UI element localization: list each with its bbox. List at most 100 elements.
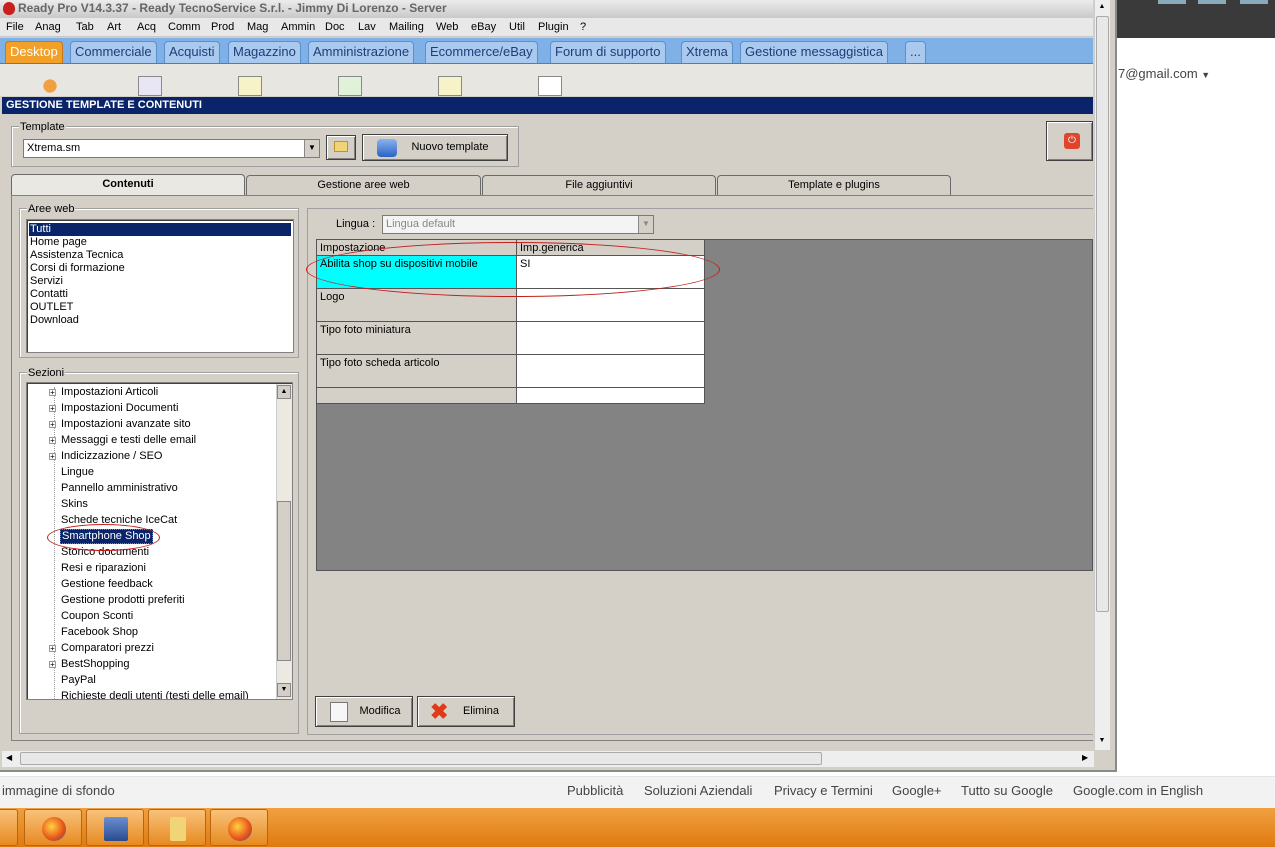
tree-node[interactable]: Impostazioni Documenti (61, 400, 178, 416)
tab-gestione-aree-web[interactable]: Gestione aree web (246, 175, 481, 195)
expand-icon[interactable]: + (49, 405, 56, 413)
tree-node[interactable]: Messaggi e testi delle email (61, 432, 196, 448)
tab-more[interactable]: ... (905, 41, 926, 63)
scroll-thumb[interactable] (20, 752, 822, 765)
account-menu[interactable]: 7@gmail.com ▼ (1118, 66, 1210, 81)
modifica-button[interactable]: Modifica (315, 696, 413, 727)
taskbar-start[interactable] (0, 809, 18, 846)
tree-node[interactable]: Coupon Sconti (61, 608, 133, 624)
document-icon[interactable] (438, 76, 462, 96)
tree-node[interactable]: Richieste degli utenti (testi delle emai… (61, 688, 249, 699)
tab-forum[interactable]: Forum di supporto (550, 41, 666, 63)
expand-icon[interactable]: + (49, 437, 56, 445)
menu-item[interactable]: Ammin (281, 21, 315, 33)
open-folder-button[interactable] (326, 135, 356, 160)
list-item[interactable]: Download (30, 314, 79, 327)
window-vertical-scrollbar[interactable]: ▲ ▼ (1094, 0, 1110, 750)
taskbar-firefox[interactable] (24, 809, 82, 846)
footer-link[interactable]: Tutto su Google (961, 783, 1053, 798)
tab-amministrazione[interactable]: Amministrazione (308, 41, 415, 63)
list-item[interactable]: Assistenza Tecnica (30, 249, 123, 262)
tab-xtrema[interactable]: Xtrema (681, 41, 733, 63)
menu-item[interactable]: eBay (471, 21, 496, 33)
expand-icon[interactable]: + (49, 661, 56, 669)
menu-item[interactable]: Art (107, 21, 121, 33)
menu-item[interactable]: Comm (168, 21, 200, 33)
document-icon[interactable] (238, 76, 262, 96)
tab-ecommerce[interactable]: Ecommerce/eBay (425, 41, 538, 63)
footer-link[interactable]: Google.com in English (1073, 783, 1203, 798)
background-image-link[interactable]: immagine di sfondo (2, 783, 115, 798)
tab-magazzino[interactable]: Magazzino (228, 41, 301, 63)
tree-node[interactable]: Impostazioni avanzate sito (61, 416, 191, 432)
menu-item[interactable]: Prod (211, 21, 234, 33)
list-item[interactable]: Home page (30, 236, 87, 249)
tab-template-plugins[interactable]: Template e plugins (717, 175, 951, 195)
grid-cell-name[interactable]: Tipo foto miniatura (317, 322, 517, 355)
menu-item[interactable]: Mag (247, 21, 268, 33)
window-horizontal-scrollbar[interactable]: ◀ ▶ (2, 751, 1094, 767)
grid-cell-value[interactable] (517, 388, 705, 404)
expand-icon[interactable]: + (49, 389, 56, 397)
tree-node[interactable]: Resi e riparazioni (61, 560, 146, 576)
tree-node[interactable]: Gestione prodotti preferiti (61, 592, 185, 608)
taskbar-firefox[interactable] (210, 809, 268, 846)
elimina-button[interactable]: ✖ Elimina (417, 696, 515, 727)
tree-node[interactable]: Comparatori prezzi (61, 640, 154, 656)
grid-cell-value[interactable] (517, 355, 705, 388)
tree-node[interactable]: Impostazioni Articoli (61, 384, 158, 400)
tree-node[interactable]: Gestione feedback (61, 576, 153, 592)
tab-messaggistica[interactable]: Gestione messaggistica (740, 41, 889, 63)
menu-item[interactable]: Acq (137, 21, 156, 33)
menu-item[interactable]: File (6, 21, 24, 33)
tree-node[interactable]: PayPal (61, 672, 96, 688)
scroll-up-icon[interactable]: ▲ (1095, 1, 1109, 15)
list-icon[interactable] (538, 76, 562, 96)
grid-cell-name[interactable]: Tipo foto scheda articolo (317, 355, 517, 388)
menu-item[interactable]: Util (509, 21, 525, 33)
expand-icon[interactable]: + (49, 453, 56, 461)
new-template-button[interactable]: Nuovo template (362, 134, 508, 161)
scroll-left-icon[interactable]: ◀ (6, 753, 12, 762)
footer-link[interactable]: Google+ (892, 783, 942, 798)
grid-cell-name[interactable] (317, 388, 517, 404)
document-icon[interactable] (138, 76, 162, 96)
menu-item[interactable]: Doc (325, 21, 345, 33)
menu-item[interactable]: Tab (76, 21, 94, 33)
list-item[interactable]: Servizi (30, 275, 63, 288)
scroll-right-icon[interactable]: ▶ (1082, 753, 1088, 762)
tree-node[interactable]: Indicizzazione / SEO (61, 448, 163, 464)
scroll-thumb[interactable] (1096, 16, 1109, 612)
users-icon[interactable] (38, 76, 62, 96)
scroll-thumb[interactable] (277, 501, 291, 661)
tab-desktop[interactable]: Desktop (5, 41, 63, 63)
menu-item[interactable]: Web (436, 21, 458, 33)
list-item[interactable]: OUTLET (30, 301, 73, 314)
tree-node[interactable]: BestShopping (61, 656, 130, 672)
menu-item[interactable]: Anag (35, 21, 61, 33)
menu-item[interactable]: Mailing (389, 21, 424, 33)
taskbar-remote-desktop[interactable] (86, 809, 144, 846)
list-item[interactable]: Corsi di formazione (30, 262, 125, 275)
tree-node[interactable]: Pannello amministrativo (61, 480, 178, 496)
tree-node[interactable]: Facebook Shop (61, 624, 138, 640)
expand-icon[interactable]: + (49, 421, 56, 429)
footer-link[interactable]: Pubblicità (567, 783, 623, 798)
scroll-down-icon[interactable]: ▼ (277, 683, 291, 697)
template-select[interactable]: Xtrema.sm ▼ (23, 139, 320, 158)
document-icon[interactable] (338, 76, 362, 96)
menu-item[interactable]: Plugin (538, 21, 569, 33)
expand-icon[interactable]: + (49, 645, 56, 653)
tab-contenuti[interactable]: Contenuti (11, 174, 245, 196)
grid-cell-value[interactable] (517, 322, 705, 355)
tab-file-aggiuntivi[interactable]: File aggiuntivi (482, 175, 716, 195)
footer-link[interactable]: Privacy e Termini (774, 783, 873, 798)
lingua-select[interactable]: Lingua default ▼ (382, 215, 654, 234)
scroll-down-icon[interactable]: ▼ (1095, 735, 1109, 749)
tab-commerciale[interactable]: Commerciale (70, 41, 157, 63)
footer-link[interactable]: Soluzioni Aziendali (644, 783, 752, 798)
exit-button[interactable]: ⏻ (1046, 121, 1093, 161)
tree-node[interactable]: Lingue (61, 464, 94, 480)
menu-item[interactable]: ? (580, 21, 586, 33)
menu-item[interactable]: Lav (358, 21, 376, 33)
